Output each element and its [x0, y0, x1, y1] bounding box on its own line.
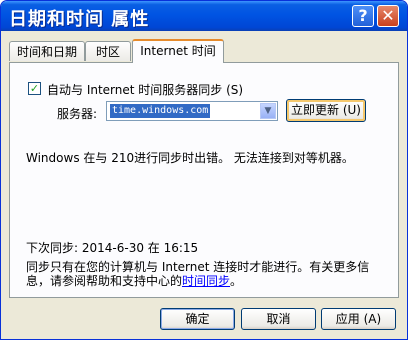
- server-label: 服务器:: [57, 107, 98, 121]
- window-title: 日期和时间 属性: [9, 9, 150, 30]
- sync-error-message: Windows 在与 210进行同步时出错。 无法连接到对等机器。: [26, 151, 354, 165]
- auto-sync-label[interactable]: 自动与 Internet 时间服务器同步 (S): [47, 81, 243, 98]
- tab-internet-time[interactable]: Internet 时间: [132, 39, 224, 63]
- auto-sync-text: 自动与 Internet 时间服务器同步: [47, 83, 223, 97]
- server-value[interactable]: time.windows.com: [110, 104, 211, 118]
- ok-button[interactable]: 确定: [160, 308, 235, 330]
- auto-sync-accesskey: (S): [226, 83, 244, 97]
- date-time-properties-window: 日期和时间 属性 ? ✕ 时间和日期 时区 Internet 时间 ✓ 自动与 …: [0, 0, 408, 340]
- tab-time-zone[interactable]: 时区: [85, 41, 131, 61]
- internet-time-panel: ✓ 自动与 Internet 时间服务器同步 (S) 服务器: time.win…: [9, 62, 399, 298]
- tab-date-and-time[interactable]: 时间和日期: [9, 41, 85, 61]
- chevron-down-icon[interactable]: ▼: [260, 103, 276, 119]
- close-button[interactable]: ✕: [377, 5, 399, 27]
- update-now-button[interactable]: 立即更新 (U): [286, 99, 366, 122]
- cancel-button[interactable]: 取消: [241, 308, 316, 330]
- help-button[interactable]: ?: [352, 5, 374, 27]
- server-combobox[interactable]: time.windows.com ▼: [106, 101, 278, 121]
- next-sync-time: 下次同步: 2014-6-30 在 16:15: [26, 241, 199, 255]
- sync-note-line-2: 息，请参阅帮助和支持中心的时间同步。: [26, 272, 242, 289]
- sync-note-prefix: 息，请参阅帮助和支持中心的: [26, 274, 183, 288]
- sync-note-suffix: 。: [230, 274, 243, 288]
- auto-sync-checkbox[interactable]: ✓: [28, 82, 41, 95]
- title-bar[interactable]: 日期和时间 属性 ? ✕: [1, 1, 407, 31]
- time-sync-help-link[interactable]: 时间同步: [182, 274, 230, 288]
- apply-button[interactable]: 应用 (A): [321, 308, 396, 330]
